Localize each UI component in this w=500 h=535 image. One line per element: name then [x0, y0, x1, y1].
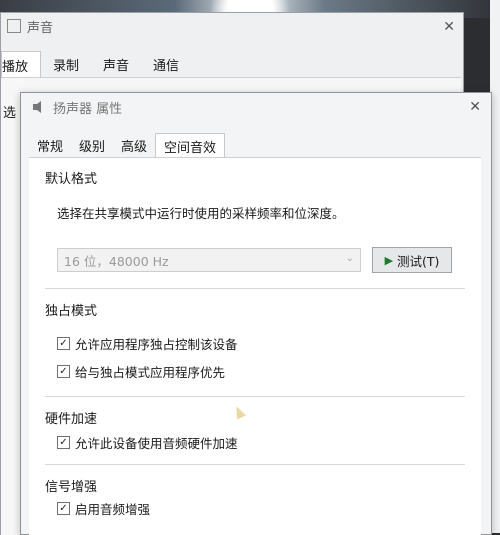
- tab-general[interactable]: 常规: [29, 133, 71, 160]
- select-device-label: 选: [3, 106, 17, 121]
- close-icon[interactable]: ✕: [469, 99, 481, 115]
- advanced-panel: 默认格式 选择在共享模式中运行时使用的采样频率和位深度。 16 位，48000 …: [29, 157, 481, 535]
- tab-spatial-sound[interactable]: 空间音效: [155, 133, 226, 160]
- hardware-accel-label: 允许此设备使用音频硬件加速: [75, 436, 238, 451]
- tab-communications[interactable]: 通信: [141, 51, 191, 79]
- tab-advanced[interactable]: 高级: [113, 133, 155, 160]
- speaker-properties-dialog: 扬声器 属性 ✕ 常规 级别 高级 空间音效 默认格式 选择在共享模式中运行时使…: [20, 92, 492, 535]
- properties-tabs: 常规 级别 高级 空间音效: [29, 133, 226, 160]
- play-icon: ▶: [384, 253, 394, 267]
- test-button-label: 测试(T): [397, 253, 440, 269]
- hardware-accel-title: 硬件加速: [45, 412, 98, 427]
- audio-enhance-label: 启用音频增强: [75, 502, 151, 517]
- tab-recording[interactable]: 录制: [41, 51, 91, 79]
- sound-app-icon: [7, 19, 21, 33]
- allow-exclusive-checkbox[interactable]: ✓ 允许应用程序独占控制该设备: [57, 334, 238, 353]
- checkmark-icon: ✓: [57, 337, 70, 350]
- close-icon[interactable]: ✕: [443, 19, 455, 35]
- divider: [45, 464, 465, 465]
- chevron-down-icon: ⌄: [345, 253, 354, 264]
- properties-titlebar: 扬声器 属性: [21, 93, 491, 121]
- audio-enhance-checkbox[interactable]: ✓ 启用音频增强: [57, 499, 150, 518]
- sound-dialog-title: 声音: [27, 20, 54, 36]
- checkmark-icon: ✓: [57, 502, 70, 515]
- divider: [45, 288, 465, 289]
- divider: [45, 396, 465, 397]
- hardware-accel-checkbox[interactable]: ✓ 允许此设备使用音频硬件加速: [57, 433, 238, 452]
- properties-title: 扬声器 属性: [53, 101, 123, 117]
- default-format-description: 选择在共享模式中运行时使用的采样频率和位深度。: [57, 206, 345, 221]
- sound-dialog-titlebar: 声音: [1, 13, 463, 39]
- exclusive-priority-checkbox[interactable]: ✓ 给与独占模式应用程序优先: [57, 362, 225, 381]
- exclusive-priority-label: 给与独占模式应用程序优先: [75, 365, 226, 380]
- sound-dialog-tabs: 播放 录制 声音 通信: [1, 51, 191, 79]
- format-select-value: 16 位，48000 Hz: [64, 253, 169, 269]
- tab-playback[interactable]: 播放: [1, 51, 42, 79]
- allow-exclusive-label: 允许应用程序独占控制该设备: [75, 337, 238, 352]
- checkmark-icon: ✓: [57, 365, 70, 378]
- test-button[interactable]: ▶ 测试(T): [372, 247, 452, 273]
- default-format-title: 默认格式: [45, 172, 98, 187]
- format-select[interactable]: 16 位，48000 Hz ⌄: [57, 248, 361, 272]
- signal-enhance-title: 信号增强: [45, 480, 98, 495]
- checkmark-icon: ✓: [57, 436, 70, 449]
- speaker-icon: [33, 101, 41, 113]
- tab-sounds[interactable]: 声音: [91, 51, 141, 79]
- tab-levels[interactable]: 级别: [71, 133, 113, 160]
- exclusive-mode-title: 独占模式: [45, 304, 98, 319]
